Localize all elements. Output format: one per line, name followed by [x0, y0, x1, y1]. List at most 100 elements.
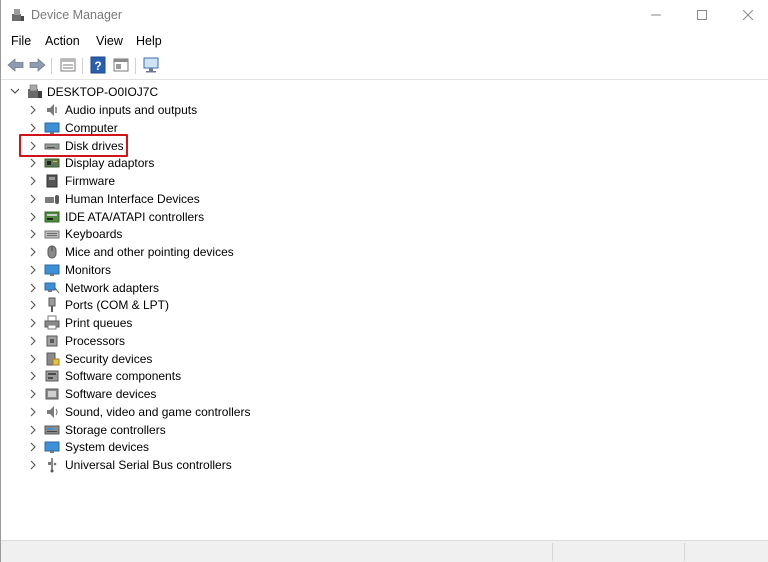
status-pane-divider	[552, 543, 553, 561]
tree-item-label: System devices	[65, 440, 150, 455]
tree-item-audio-inputs-and-outputs[interactable]: Audio inputs and outputs	[1, 101, 401, 119]
chevron-right-icon[interactable]	[29, 283, 37, 293]
tree-item-software-devices[interactable]: Software devices	[1, 385, 401, 403]
tree-item-storage-controllers[interactable]: Storage controllers	[1, 421, 401, 439]
status-pane-divider	[684, 543, 685, 561]
chevron-right-icon[interactable]	[29, 371, 37, 381]
chevron-right-icon[interactable]	[29, 158, 37, 168]
tree-item-label: Audio inputs and outputs	[65, 103, 198, 117]
chevron-right-icon[interactable]	[29, 407, 37, 417]
tree-item-label: Human Interface Devices	[65, 191, 200, 206]
chevron-down-icon[interactable]	[10, 86, 20, 96]
tree-item-firmware[interactable]: Firmware	[1, 172, 401, 190]
show-hide-icon[interactable]	[112, 56, 130, 74]
tree-item-system-devices[interactable]: System devices	[1, 438, 401, 456]
tree-item-label: Security devices	[65, 351, 153, 366]
tree-item-human-interface-devices[interactable]: Human Interface Devices	[1, 190, 401, 208]
chevron-right-icon[interactable]	[29, 105, 37, 115]
toolbar-separator	[135, 58, 136, 74]
chevron-right-icon[interactable]	[29, 389, 37, 399]
forward-icon[interactable]	[28, 56, 46, 74]
system-device-icon	[44, 441, 60, 454]
tree-item-label: Computer	[65, 120, 118, 135]
chevron-right-icon[interactable]	[29, 336, 37, 346]
tree-item-label: Processors	[65, 333, 126, 348]
chevron-right-icon[interactable]	[29, 442, 37, 452]
minimize-button[interactable]	[633, 0, 679, 30]
menu-bar: File Action View Help	[1, 30, 768, 52]
software-device-icon	[45, 388, 59, 400]
disk-drives-highlight	[19, 134, 128, 157]
display-adapter-icon	[44, 158, 60, 168]
tree-item-software-components[interactable]: Software components	[1, 367, 401, 385]
menu-file[interactable]: File	[11, 34, 31, 48]
tree-item-network-adapters[interactable]: Network adapters	[1, 279, 401, 297]
help-icon[interactable]: ?	[89, 56, 107, 74]
tree-item-print-queues[interactable]: Print queues	[1, 314, 401, 332]
toolbar: ?	[1, 53, 768, 79]
tree-item-label: Sound, video and game controllers	[65, 404, 251, 419]
tree-item-label: Display adaptors	[65, 156, 155, 171]
device-manager-app-icon	[12, 9, 24, 21]
chevron-right-icon[interactable]	[29, 247, 37, 257]
tree-item-label: Print queues	[65, 316, 133, 330]
firmware-icon	[46, 174, 58, 188]
hid-icon	[45, 194, 59, 204]
tree-root[interactable]: DESKTOP-O0IOJ7C	[1, 83, 301, 101]
chevron-right-icon[interactable]	[29, 460, 37, 470]
toolbar-separator	[82, 58, 83, 74]
title-bar[interactable]: Device Manager	[1, 0, 768, 30]
tree-item-label: Storage controllers	[65, 422, 166, 437]
monitor-icon	[44, 264, 60, 276]
tree-item-label: Firmware	[65, 174, 115, 188]
tree-item-ports-com-lpt[interactable]: Ports (COM & LPT)	[1, 296, 401, 314]
tree-item-sound-video-and-game-controllers[interactable]: Sound, video and game controllers	[1, 403, 401, 421]
menu-action[interactable]: Action	[45, 34, 80, 48]
tree-item-label: Keyboards	[65, 227, 123, 242]
tree-item-ide-ata-atapi-controllers[interactable]: IDE ATA/ATAPI controllers	[1, 208, 401, 226]
chevron-right-icon[interactable]	[29, 354, 37, 364]
tree-item-label: Monitors	[65, 262, 112, 277]
software-component-icon	[45, 370, 59, 382]
processor-icon	[46, 335, 58, 347]
toolbar-divider	[1, 79, 768, 80]
network-adapter-icon	[44, 282, 60, 293]
chevron-right-icon[interactable]	[29, 123, 37, 133]
tree-item-label: Ports (COM & LPT)	[65, 298, 170, 313]
scan-hardware-icon[interactable]	[142, 56, 160, 74]
tree-item-security-devices[interactable]: Security devices	[1, 350, 401, 368]
security-device-icon	[46, 352, 60, 365]
chevron-right-icon[interactable]	[29, 318, 37, 328]
chevron-right-icon[interactable]	[29, 212, 37, 222]
tree-item-mice-and-other-pointing-devices[interactable]: Mice and other pointing devices	[1, 243, 401, 261]
tree-item-processors[interactable]: Processors	[1, 332, 401, 350]
tree-item-keyboards[interactable]: Keyboards	[1, 225, 401, 243]
window-title: Device Manager	[31, 8, 123, 22]
tree-item-label: Universal Serial Bus controllers	[65, 458, 232, 472]
chevron-right-icon[interactable]	[29, 425, 37, 435]
toolbar-separator	[51, 58, 52, 74]
chevron-right-icon[interactable]	[29, 265, 37, 275]
computer-icon	[28, 84, 42, 98]
chevron-right-icon[interactable]	[29, 229, 37, 239]
menu-help[interactable]: Help	[136, 34, 162, 48]
chevron-right-icon[interactable]	[29, 194, 37, 204]
maximize-icon	[697, 10, 707, 20]
status-bar	[1, 540, 768, 562]
tree-item-monitors[interactable]: Monitors	[1, 261, 401, 279]
menu-view[interactable]: View	[96, 34, 123, 48]
tree-item-label: Software components	[65, 369, 182, 384]
keyboard-icon	[44, 230, 60, 239]
mouse-icon	[47, 245, 57, 259]
tree-item-label: Mice and other pointing devices	[65, 245, 234, 259]
chevron-right-icon[interactable]	[29, 176, 37, 186]
properties-icon[interactable]	[59, 56, 77, 74]
tree-item-universal-serial-bus-controllers[interactable]: Universal Serial Bus controllers	[1, 456, 401, 474]
tree-item-label: Network adapters	[65, 280, 160, 295]
chevron-right-icon[interactable]	[29, 300, 37, 310]
back-icon[interactable]	[7, 56, 25, 74]
sound-controller-icon	[47, 405, 58, 418]
close-button[interactable]	[725, 0, 768, 30]
maximize-button[interactable]	[679, 0, 725, 30]
printer-icon	[44, 315, 60, 330]
